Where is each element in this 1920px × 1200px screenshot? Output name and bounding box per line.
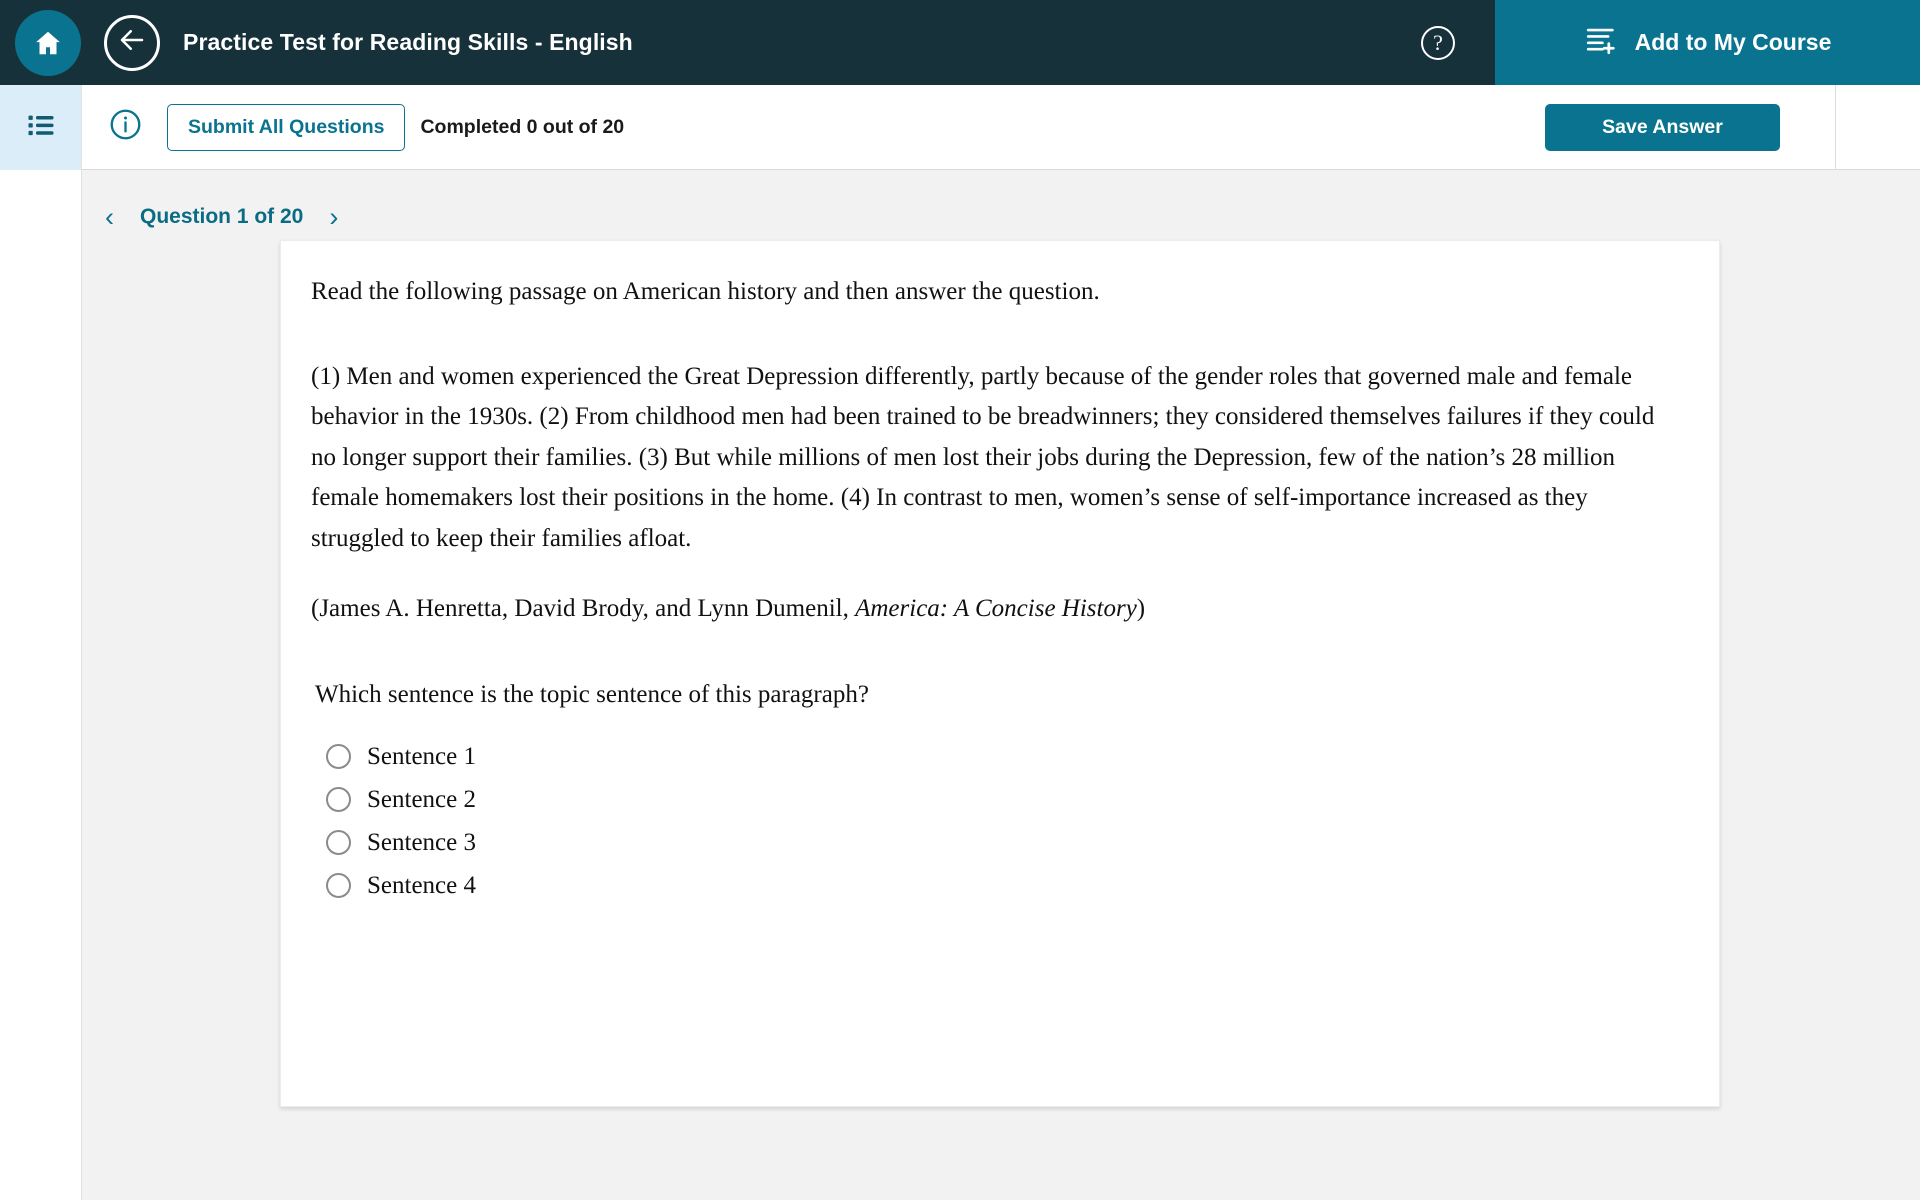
citation-title: America: A Concise History	[855, 595, 1137, 623]
question-toolbar: Submit All Questions Completed 0 out of …	[0, 84, 1920, 170]
answer-option[interactable]: Sentence 2	[326, 778, 1675, 821]
answer-option-label: Sentence 1	[367, 742, 476, 770]
radio-button-icon[interactable]	[326, 873, 351, 899]
add-to-my-course-label: Add to My Course	[1634, 29, 1832, 55]
next-question-icon[interactable]: ›	[323, 203, 344, 231]
info-circle-icon	[109, 108, 142, 146]
radio-button-icon[interactable]	[326, 744, 351, 770]
page-title: Practice Test for Reading Skills - Engli…	[183, 29, 633, 55]
toolbar-divider	[1835, 84, 1836, 170]
answer-option[interactable]: Sentence 4	[326, 864, 1675, 907]
passage-citation: (James A. Henretta, David Brody, and Lyn…	[311, 595, 1675, 623]
list-menu-icon	[26, 110, 56, 145]
citation-suffix: )	[1136, 595, 1146, 623]
info-button[interactable]	[107, 109, 143, 145]
radio-button-icon[interactable]	[326, 830, 351, 856]
save-answer-button[interactable]: Save Answer	[1545, 103, 1780, 151]
question-card: Read the following passage on American h…	[280, 240, 1720, 1107]
home-icon	[33, 28, 63, 58]
citation-prefix: (James A. Henretta, David Brody, and Lyn…	[311, 595, 856, 623]
help-icon[interactable]: ?	[1421, 25, 1455, 60]
left-rail	[0, 170, 82, 1200]
sidebar-toggle-button[interactable]	[0, 84, 82, 170]
content-area: ‹ Question 1 of 20 › Read the following …	[82, 170, 1920, 1200]
add-to-my-course-button[interactable]: Add to My Course	[1495, 0, 1920, 85]
question-counter-label: Question 1 of 20	[140, 205, 304, 228]
answer-option-label: Sentence 2	[367, 785, 476, 813]
back-arrow-icon	[117, 25, 147, 60]
answer-option-label: Sentence 3	[367, 828, 476, 856]
body-area: ‹ Question 1 of 20 › Read the following …	[0, 170, 1920, 1200]
previous-question-icon[interactable]: ‹	[99, 203, 120, 231]
app-header: Practice Test for Reading Skills - Engli…	[0, 0, 1920, 85]
submit-all-questions-button[interactable]: Submit All Questions	[167, 103, 406, 151]
answer-option[interactable]: Sentence 1	[326, 735, 1675, 778]
answer-option[interactable]: Sentence 3	[326, 821, 1675, 864]
back-button[interactable]	[104, 14, 160, 71]
passage-text: (1) Men and women experienced the Great …	[311, 362, 1655, 552]
question-navigation: ‹ Question 1 of 20 ›	[82, 170, 1920, 240]
radio-button-icon[interactable]	[326, 787, 351, 813]
question-prompt: Which sentence is the topic sentence of …	[315, 681, 869, 709]
completed-status: Completed 0 out of 20	[420, 115, 625, 138]
answer-options: Sentence 1 Sentence 2 Sentence 3 Sentenc…	[311, 735, 1675, 907]
passage-intro: Read the following passage on American h…	[311, 278, 1100, 305]
answer-option-label: Sentence 4	[367, 871, 476, 899]
home-button[interactable]	[15, 9, 81, 76]
list-add-icon	[1584, 23, 1618, 62]
